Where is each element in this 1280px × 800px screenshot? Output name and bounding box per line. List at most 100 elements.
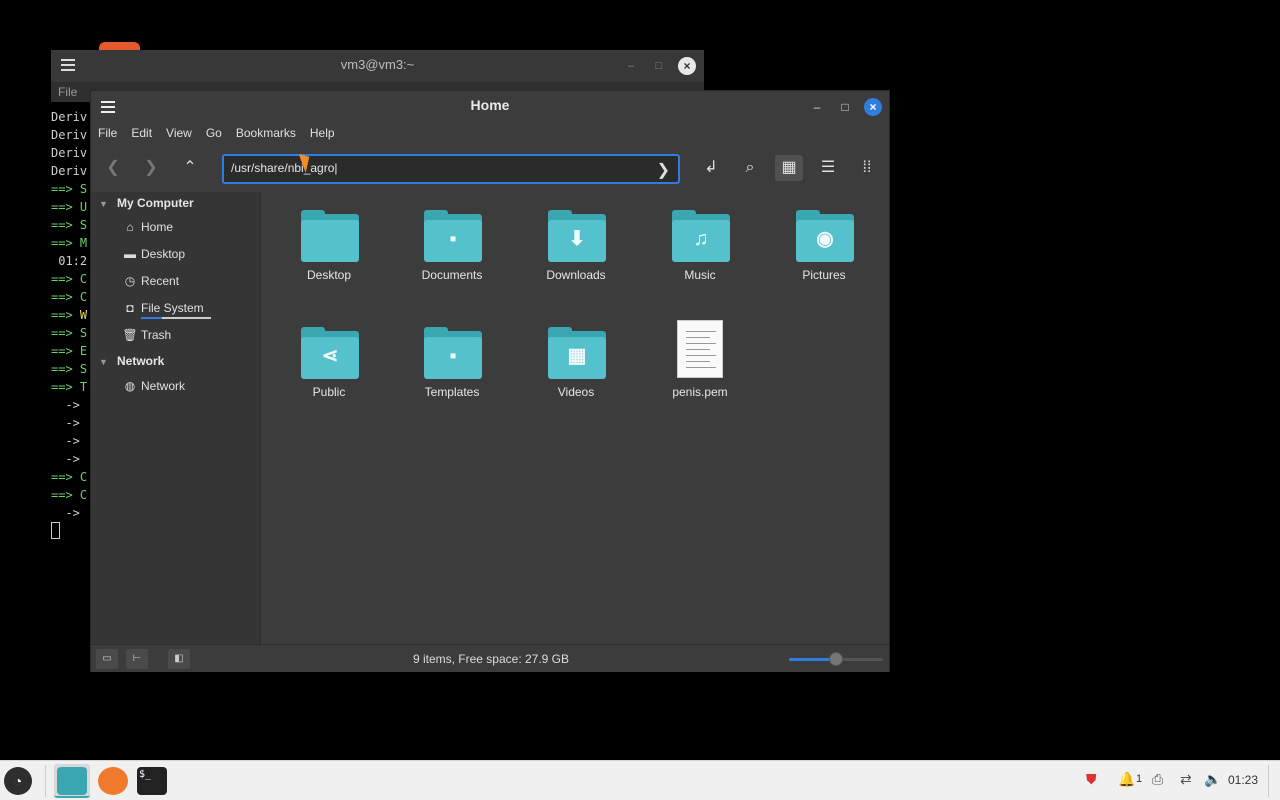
terminal-line-prefix: ==> bbox=[51, 308, 73, 322]
terminal-line-text: E bbox=[72, 344, 88, 358]
file-item[interactable]: penis.pem bbox=[650, 320, 750, 427]
file-manager-window[interactable]: Home – □ × File Edit View Go Bookmarks H… bbox=[90, 90, 890, 672]
menu-edit[interactable]: Edit bbox=[124, 121, 159, 145]
menu-file[interactable]: File bbox=[91, 121, 124, 145]
fm-titlebar[interactable]: Home – □ × bbox=[91, 91, 889, 121]
file-item[interactable]: ◉ Pictures bbox=[774, 210, 874, 310]
maximize-icon[interactable]: □ bbox=[837, 99, 853, 115]
terminal-line-text: S bbox=[72, 326, 88, 340]
folder-documents-icon: ▪ bbox=[424, 210, 482, 262]
toolbar: ❮ ❯ ⌃ /usr/share/nbi_agro| ❯ ↲ ⌕ ▦ ☰ ⁞⁞ bbox=[91, 147, 889, 191]
file-grid[interactable]: Desktop ▪ Documents ⬇ Downloads ♫ Music ◉ Pictur… bbox=[262, 192, 889, 644]
terminal-line-text: T bbox=[72, 380, 88, 394]
minimize-icon[interactable]: – bbox=[809, 99, 825, 115]
sidebar-item-desktop[interactable]: ▬ Desktop bbox=[119, 247, 185, 267]
sidebar-section-my-computer[interactable]: ▼ My Computer bbox=[99, 196, 194, 214]
terminal-line: ==> W bbox=[51, 306, 87, 324]
file-name: Videos bbox=[557, 385, 595, 399]
file-item[interactable]: ▪ Documents bbox=[402, 210, 502, 310]
forward-icon[interactable]: ❯ bbox=[139, 157, 163, 179]
terminal-line-text: S bbox=[72, 218, 88, 232]
close-icon[interactable]: × bbox=[678, 57, 696, 75]
file-item[interactable]: ⬇ Downloads bbox=[526, 210, 626, 310]
taskbar-firefox[interactable] bbox=[95, 764, 131, 798]
terminal-line-prefix: ==> bbox=[51, 272, 73, 286]
menu-view[interactable]: View bbox=[159, 121, 199, 145]
file-item[interactable]: ♫ Music bbox=[650, 210, 750, 310]
file-name: Public bbox=[312, 385, 346, 399]
terminal-line-prefix: ==> bbox=[51, 200, 73, 214]
status-text: 9 items, Free space: 27.9 GB bbox=[412, 652, 570, 666]
taskbar-terminal[interactable]: $_ bbox=[134, 764, 170, 798]
terminal-output: Deriv Deriv Deriv Deriv ==> S ==> U ==> S ==> M… bbox=[51, 108, 87, 522]
printer-icon[interactable]: ⎙ bbox=[1152, 771, 1163, 788]
terminal-line-text: W bbox=[72, 308, 88, 322]
text-file-icon bbox=[677, 320, 723, 378]
taskbar-file-manager[interactable] bbox=[54, 764, 90, 798]
terminal-line-prefix: ==> bbox=[51, 236, 73, 250]
show-places-icon[interactable]: ▭ bbox=[96, 649, 118, 669]
file-item[interactable]: ▦ Videos bbox=[526, 327, 626, 427]
up-icon[interactable]: ⌃ bbox=[178, 157, 202, 179]
network-status-icon[interactable]: ⇄ bbox=[1180, 771, 1192, 788]
location-input[interactable]: /usr/share/nbi_agro| ❯ bbox=[222, 154, 680, 184]
volume-icon[interactable]: 🔈 bbox=[1204, 771, 1221, 788]
file-item[interactable]: ⋖ Public bbox=[279, 327, 379, 427]
search-icon[interactable]: ⌕ bbox=[736, 155, 764, 181]
file-name: penis.pem bbox=[672, 385, 728, 399]
terminal-line: ==> S bbox=[51, 180, 87, 198]
menu-go[interactable]: Go bbox=[199, 121, 229, 145]
go-icon[interactable]: ❯ bbox=[657, 160, 670, 180]
zoom-slider[interactable] bbox=[789, 652, 883, 666]
terminal-line-prefix: -> bbox=[51, 434, 80, 448]
menubar: File Edit View Go Bookmarks Help bbox=[91, 121, 342, 145]
terminal-line: ==> U bbox=[51, 198, 87, 216]
desktop: vm3@vm3:~ – □ × File Deriv Deriv Deriv Deri… bbox=[0, 0, 1280, 760]
terminal-line: Deriv bbox=[51, 144, 87, 162]
terminal-menu-file[interactable]: File bbox=[58, 85, 77, 99]
home-icon: ⌂ bbox=[126, 220, 134, 234]
terminal-line: Deriv bbox=[51, 108, 87, 126]
sidebar-item-trash[interactable]: 🗑 Trash bbox=[119, 328, 171, 348]
file-item[interactable]: ▪ Templates bbox=[402, 327, 502, 427]
back-icon[interactable]: ❮ bbox=[101, 157, 125, 179]
zoom-slider-handle[interactable] bbox=[829, 652, 843, 666]
section-label: My Computer bbox=[117, 196, 194, 210]
icon-view-icon[interactable]: ▦ bbox=[775, 155, 803, 181]
taskbar-separator bbox=[45, 765, 46, 797]
menu-bookmarks[interactable]: Bookmarks bbox=[229, 121, 303, 145]
terminal-line: ==> S bbox=[51, 216, 87, 234]
clock[interactable]: 01:23 bbox=[1228, 773, 1258, 787]
start-menu-button[interactable]: ◔ bbox=[4, 767, 32, 795]
terminal-titlebar[interactable]: vm3@vm3:~ – □ × bbox=[51, 50, 704, 82]
sidebar-item-network[interactable]: ◍ Network bbox=[119, 379, 185, 399]
terminal-line-text: C bbox=[72, 488, 88, 502]
list-view-icon[interactable]: ☰ bbox=[814, 155, 842, 181]
network-icon: ◍ bbox=[124, 379, 136, 393]
sidebar: ▼ My Computer ⌂ Home ▬ Desktop ◷ Recent ◘ Fil… bbox=[91, 192, 261, 644]
file-name: Templates bbox=[424, 385, 480, 399]
terminal-line-text: S bbox=[72, 182, 88, 196]
sidebar-item-home[interactable]: ⌂ Home bbox=[119, 220, 173, 240]
sidebar-section-network[interactable]: ▼ Network bbox=[99, 354, 164, 372]
file-item[interactable]: Desktop bbox=[279, 210, 379, 310]
notifications-icon[interactable]: 🔔 bbox=[1118, 771, 1135, 788]
close-icon[interactable]: × bbox=[864, 98, 882, 116]
toggle-location-icon[interactable]: ↲ bbox=[697, 155, 725, 181]
sidebar-item-file-system[interactable]: ◘ File System bbox=[119, 301, 211, 321]
security-shield-icon[interactable]: ⛊ bbox=[1086, 771, 1097, 788]
terminal-line-prefix: ==> bbox=[51, 380, 73, 394]
sidebar-item-recent[interactable]: ◷ Recent bbox=[119, 274, 179, 294]
taskbar-separator bbox=[1268, 765, 1269, 797]
maximize-icon[interactable]: □ bbox=[651, 58, 667, 74]
menu-help[interactable]: Help bbox=[303, 121, 342, 145]
expander-icon[interactable]: ▼ bbox=[99, 357, 117, 367]
terminal-line: -> bbox=[51, 432, 87, 450]
compact-view-icon[interactable]: ⁞⁞ bbox=[853, 155, 881, 181]
show-tree-icon[interactable]: ⊢ bbox=[126, 649, 148, 669]
toggle-sidebar-icon[interactable]: ◧ bbox=[168, 649, 190, 669]
file-name: Documents bbox=[421, 268, 483, 282]
expander-icon[interactable]: ▼ bbox=[99, 199, 117, 209]
minimize-icon[interactable]: – bbox=[623, 58, 639, 74]
terminal-icon: $_ bbox=[137, 767, 167, 795]
